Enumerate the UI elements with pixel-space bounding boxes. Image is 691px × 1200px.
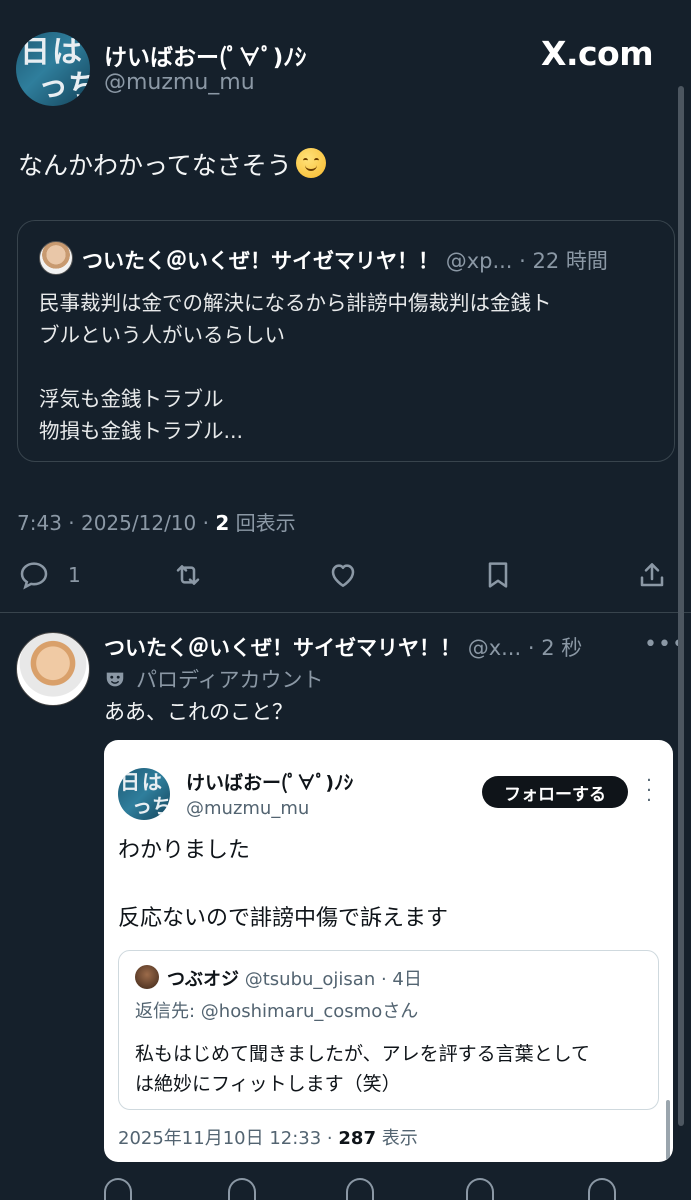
avatar-char: ち	[68, 69, 90, 104]
bookmark-icon	[488, 562, 508, 588]
author-handle[interactable]: @muzmu_mu	[104, 70, 255, 95]
image-body-line: わかりました	[118, 838, 251, 863]
quoted-line	[39, 351, 659, 383]
mask-icon	[106, 672, 124, 687]
image-quoted-line: は絶妙にフィットします（笑）	[135, 1073, 401, 1095]
like-button[interactable]	[327, 558, 359, 592]
quoted-author-handle: @xp...	[445, 249, 513, 273]
image-view-label: 表示	[375, 1128, 418, 1149]
divider	[0, 612, 691, 613]
image-follow-button: フォローする	[482, 776, 628, 808]
image-reply-to: 返信先: @hoshimaru_cosmoさん	[135, 997, 418, 1023]
author-avatar[interactable]: 日 は っ ち	[16, 32, 90, 106]
share-button[interactable]	[636, 558, 668, 592]
reply-button[interactable]: 1	[18, 558, 81, 592]
share-icon	[640, 563, 664, 587]
image-author-handle: @muzmu_mu	[186, 798, 310, 819]
reply-to-handle: @hoshimaru_cosmo	[200, 1001, 383, 1022]
bookmark-icon-partial[interactable]	[466, 1178, 494, 1200]
image-view-count: 287	[338, 1128, 376, 1149]
attached-image[interactable]: 日 は っ ち けいばおー(ﾟ∀ﾟ)ﾉｼ @muzmu_mu フォローする · ·…	[104, 740, 673, 1162]
post-timestamp: 7:43 · 2025/12/10 · 2 回表示	[17, 507, 296, 536]
reply-header: ついたく＠いくぜ！サイゼマリヤ！！ @x... · 2 秒	[104, 632, 582, 662]
avatar-char: っ	[132, 794, 152, 818]
retweet-icon-partial[interactable]	[228, 1178, 256, 1200]
avatar-char: は	[142, 770, 162, 794]
like-icon-partial[interactable]	[346, 1178, 374, 1200]
avatar-char: ち	[152, 794, 170, 818]
reply-text: ああ、これのこと？	[104, 700, 293, 724]
quoted-post-header: ついたく＠いくぜ！サイゼマリヤ！！ @xp... · 22 時間	[82, 245, 608, 275]
reply-author-avatar[interactable]	[16, 632, 90, 706]
image-footer: 2025年11月10日 12:33 · 287 表示	[118, 1124, 418, 1150]
view-count: 2	[215, 511, 230, 535]
reply-to-prefix: 返信先:	[135, 1001, 201, 1022]
view-label: 回表示	[229, 511, 296, 535]
quoted-post-body: 民事裁判は金での解決になるから誹謗中傷裁判は金銭ト ブルという人がいるらしい 浮…	[39, 287, 659, 447]
quoted-line: ブルという人がいるらしい	[39, 323, 285, 347]
reply-icon-partial[interactable]	[104, 1178, 132, 1200]
page-scrollbar[interactable]	[678, 86, 684, 1126]
image-quoted-avatar	[135, 965, 159, 989]
like-icon	[331, 564, 355, 587]
image-quoted-time: · 4日	[380, 969, 422, 990]
quoted-line: 民事裁判は金での解決になるから誹謗中傷裁判は金銭ト	[39, 291, 552, 315]
reply-to-suffix: さん	[382, 1001, 419, 1022]
image-author-name: けいばおー(ﾟ∀ﾟ)ﾉｼ	[186, 772, 354, 794]
author-name[interactable]: けいばおー(ﾟ∀ﾟ)ﾉｼ	[104, 38, 306, 72]
bookmark-button[interactable]	[482, 558, 514, 592]
reply-author-name[interactable]: ついたく＠いくぜ！サイゼマリヤ！！	[104, 636, 461, 660]
post-text-content: なんかわかってなさそう	[18, 151, 292, 180]
reply-time: · 2 秒	[527, 636, 583, 660]
image-quoted-post: つぶオジ @tsubu_ojisan · 4日 返信先: @hoshimaru_…	[118, 950, 659, 1110]
image-post-body: わかりました 反応ないので誹謗中傷で訴えます	[118, 834, 658, 936]
image-quoted-handle: @tsubu_ojisan	[244, 969, 376, 990]
reply-author-handle[interactable]: @x...	[468, 636, 521, 660]
image-body-line: 反応ないので誹謗中傷で訴えます	[118, 906, 449, 931]
quoted-author-avatar	[39, 241, 73, 275]
site-logo: X.com	[541, 34, 654, 73]
avatar-char: っ	[38, 69, 68, 104]
avatar-char: 日	[120, 770, 140, 794]
quoted-line: 物損も金銭トラブル...	[39, 419, 244, 443]
avatar-char: は	[52, 35, 82, 70]
image-scrollbar	[666, 1100, 670, 1160]
quoted-post[interactable]: ついたく＠いくぜ！サイゼマリヤ！！ @xp... · 22 時間 民事裁判は金で…	[17, 220, 675, 462]
retweet-icon	[176, 565, 200, 585]
smiling-face-icon	[295, 148, 326, 178]
parody-badge: パロディアカウント	[104, 664, 324, 694]
image-quoted-line: 私もはじめて聞きましたが、アレを評する言葉として	[135, 1043, 591, 1065]
reply-count: 1	[68, 563, 81, 587]
retweet-button[interactable]	[172, 558, 204, 592]
image-timestamp: 2025年11月10日 12:33 ·	[118, 1128, 339, 1149]
parody-badge-label: パロディアカウント	[136, 668, 324, 692]
quoted-author-name: ついたく＠いくぜ！サイゼマリヤ！！	[82, 249, 439, 273]
post-time: 7:43 · 2025/12/10 ·	[17, 511, 216, 535]
share-icon-partial[interactable]	[588, 1178, 616, 1200]
avatar-char: 日	[20, 35, 50, 70]
image-body-line	[118, 868, 658, 902]
quoted-line: 浮気も金銭トラブル	[39, 387, 224, 411]
image-quoted-header: つぶオジ @tsubu_ojisan · 4日	[167, 965, 422, 991]
image-more-icon: · · ·	[646, 770, 652, 811]
image-quoted-name: つぶオジ	[167, 969, 239, 990]
image-quoted-body: 私もはじめて聞きましたが、アレを評する言葉として は絶妙にフィットします（笑）	[135, 1039, 650, 1099]
image-author-avatar: 日 は っ ち	[118, 768, 170, 820]
post-text: なんかわかってなさそう	[18, 146, 326, 182]
reply-icon	[20, 562, 48, 590]
quoted-post-time: · 22 時間	[519, 249, 608, 273]
